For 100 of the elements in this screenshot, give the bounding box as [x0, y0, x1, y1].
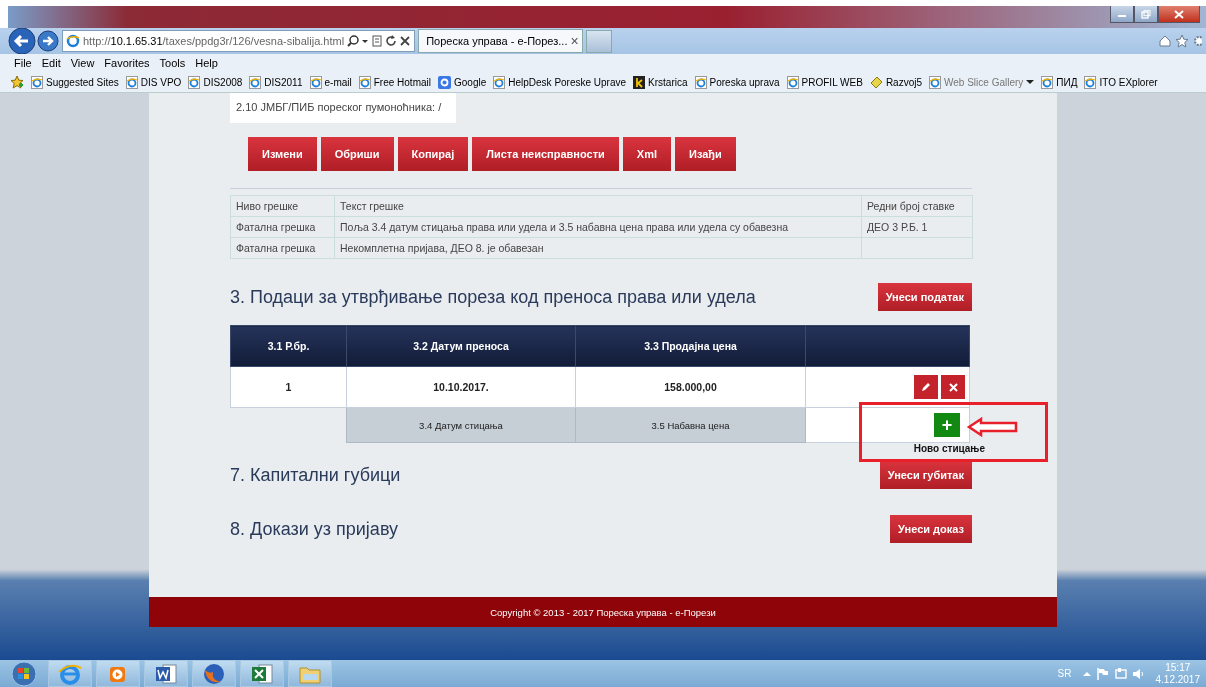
favorite-link[interactable]: DIS2008 [188, 75, 243, 89]
clock-time: 15:17 [1165, 661, 1191, 674]
add-loss-button[interactable]: Унеси губитак [879, 461, 972, 489]
add-data-button[interactable]: Унеси податак [877, 283, 972, 311]
table-cell: ДЕО 3 Р.Б. 1 [861, 216, 973, 238]
search-icon[interactable] [347, 35, 360, 47]
add-button[interactable]: + [934, 413, 960, 437]
page-icon [31, 75, 43, 89]
menu-item[interactable]: Tools [159, 57, 186, 69]
action-button[interactable]: Копирај [397, 137, 469, 171]
taskbar-app[interactable] [192, 660, 236, 687]
taskbar-app[interactable] [240, 660, 284, 687]
table-cell: 158.000,00 [575, 366, 806, 408]
favorite-link[interactable]: DIS2011 [249, 75, 303, 89]
pencil-icon [921, 382, 931, 392]
favorites-star-icon[interactable] [10, 75, 24, 89]
menu-item[interactable]: Favorites [104, 57, 150, 69]
caret-icon [1026, 77, 1035, 87]
favorite-link[interactable]: Google [438, 75, 487, 89]
column-header: Редни број ставке [861, 195, 973, 217]
speaker-icon[interactable] [1131, 666, 1144, 681]
section-heading: 7. Капитални губици [230, 464, 401, 486]
favorite-link[interactable]: Web Slice Gallery [929, 75, 1035, 89]
page-icon [309, 75, 322, 89]
favorite-link[interactable]: Poreska uprava [694, 75, 780, 89]
spreadsheet-icon [249, 661, 275, 686]
forward-button[interactable] [37, 30, 59, 52]
table-cell: 10.10.2017. [346, 366, 576, 408]
page-icon [125, 75, 138, 89]
page-icon [929, 75, 942, 89]
page-icon [786, 75, 799, 89]
close-button[interactable] [1158, 6, 1200, 23]
edit-button[interactable] [914, 375, 938, 399]
favorite-link[interactable]: Razvoj5 [869, 75, 923, 89]
menu-item[interactable]: File [14, 57, 32, 69]
page-icon [66, 34, 80, 48]
minimize-button[interactable] [1110, 6, 1134, 23]
page-icon [1084, 75, 1097, 89]
delete-button[interactable] [941, 375, 965, 399]
menu-item[interactable]: Help [195, 57, 218, 69]
taskbar-app[interactable] [96, 660, 140, 687]
compatibility-icon[interactable] [371, 35, 384, 47]
sub-column-header: 3.4 Датум стицања [346, 407, 576, 443]
table-cell: Поља 3.4 датум стицања права или удела и 3.5 набавна цена права или удела су обавезна [334, 216, 862, 238]
action-button[interactable]: Листа неисправности [472, 137, 619, 171]
clock-date: 4.12.2017 [1155, 673, 1200, 686]
restore-button[interactable] [1134, 6, 1158, 23]
address-field[interactable]: http://10.1.65.31/taxes/ppdg3r/126/vesna-sibalija.html [62, 30, 416, 52]
favorite-link[interactable]: Krstarica [633, 75, 688, 89]
home-icon[interactable] [1158, 34, 1172, 48]
favorite-link[interactable]: HelpDesk Poreske Uprave [493, 75, 627, 89]
menu-item[interactable]: Edit [41, 57, 61, 69]
copyright-text: Copyright © 2013 - 2017 Пореска управа - е-Порези [490, 606, 716, 618]
favorite-link[interactable]: ПИД [1041, 75, 1078, 89]
close-icon [948, 382, 958, 392]
google-icon [438, 75, 451, 89]
table-cell: 1 [230, 366, 347, 408]
restore-icon [1141, 9, 1151, 19]
document-icon [153, 661, 179, 686]
section-heading: 3. Подаци за утврђивање пореза код преноса права или удела [230, 286, 756, 308]
column-header: Ниво грешке [230, 195, 335, 217]
network-icon[interactable] [1113, 666, 1128, 681]
favorite-link[interactable]: ITO EXplorer [1084, 75, 1158, 89]
action-button[interactable]: Изађи [675, 137, 736, 171]
close-icon [1174, 9, 1184, 19]
favorite-link[interactable]: PROFIL WEB [786, 75, 863, 89]
star-icon[interactable] [1175, 34, 1189, 48]
flag-icon[interactable] [1095, 666, 1110, 681]
column-header: Текст грешке [334, 195, 862, 217]
tab-close-button[interactable]: × [570, 33, 579, 49]
info-text: 2.10 ЈМБГ/ПИБ пореског пумоноћника: / [236, 101, 442, 113]
column-header: 3.3 Продајна цена [575, 325, 806, 367]
page-icon [358, 75, 371, 89]
favorite-link[interactable]: Suggested Sites [31, 75, 119, 89]
page-icon [1041, 75, 1054, 89]
k-logo-icon [633, 75, 646, 89]
favorite-link[interactable]: Free Hotmail [358, 75, 431, 89]
column-header: 3.2 Датум преноса [346, 325, 576, 367]
taskbar-app[interactable] [144, 660, 188, 687]
globe-icon [201, 661, 227, 686]
favorite-link[interactable]: e-mail [309, 75, 352, 89]
page-icon [694, 75, 707, 89]
slice-icon [869, 75, 883, 89]
table-cell: Фатална грешка [230, 216, 335, 238]
action-button[interactable]: Xml [622, 137, 671, 171]
browser-tab[interactable]: Пореска управа - е-Порез... × [418, 29, 584, 53]
page-icon [493, 75, 506, 89]
add-proof-button[interactable]: Унеси доказ [890, 515, 972, 543]
add-label: Ново стицање [913, 443, 985, 454]
back-button[interactable] [8, 27, 36, 55]
stop-icon[interactable] [399, 35, 412, 47]
table-cell: Некомплетна пријава, ДЕО 8. је обавезан [334, 237, 862, 259]
column-header: 3.1 Р.бр. [230, 325, 347, 367]
table-cell: Фатална грешка [230, 237, 335, 259]
refresh-icon[interactable] [385, 35, 398, 47]
menu-item[interactable]: View [70, 57, 95, 69]
sub-column-header: 3.5 Набавна цена [575, 407, 806, 443]
action-button[interactable]: Обриши [320, 137, 394, 171]
action-button[interactable]: Измени [248, 137, 317, 171]
favorite-link[interactable]: DIS VPO [125, 75, 182, 89]
